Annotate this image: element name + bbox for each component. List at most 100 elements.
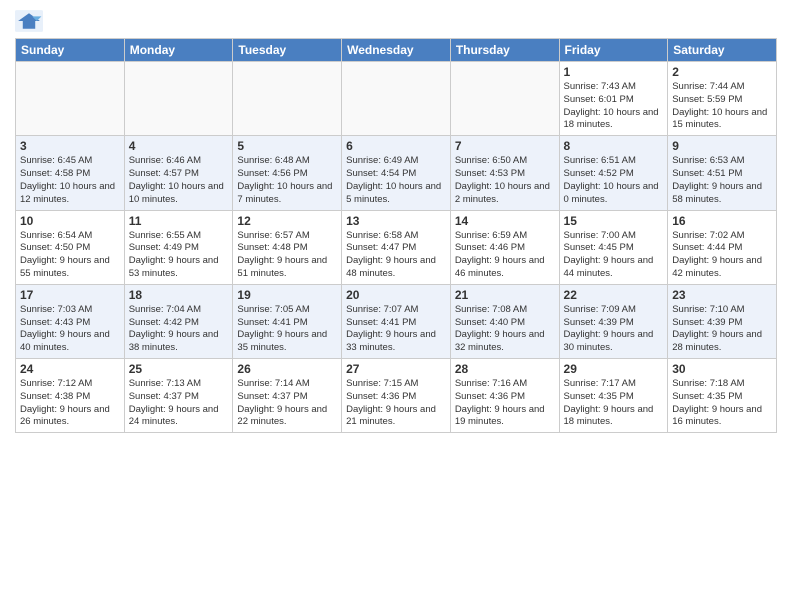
day-number: 29 bbox=[564, 362, 664, 376]
day-info: Sunrise: 7:08 AM Sunset: 4:40 PM Dayligh… bbox=[455, 304, 555, 355]
day-number: 8 bbox=[564, 139, 664, 153]
day-number: 6 bbox=[346, 139, 446, 153]
day-info: Sunrise: 6:46 AM Sunset: 4:57 PM Dayligh… bbox=[129, 155, 229, 206]
day-number: 5 bbox=[237, 139, 337, 153]
day-number: 19 bbox=[237, 288, 337, 302]
calendar-cell: 13 Sunrise: 6:58 AM Sunset: 4:47 PM Dayli… bbox=[342, 210, 451, 284]
day-number: 28 bbox=[455, 362, 555, 376]
calendar-cell: 25Sunrise: 7:13 AM Sunset: 4:37 PM Dayli… bbox=[124, 359, 233, 433]
calendar-cell: 19 Sunrise: 7:05 AM Sunset: 4:41 PM Dayli… bbox=[233, 284, 342, 358]
calendar: SundayMondayTuesdayWednesdayThursdayFrid… bbox=[15, 38, 777, 433]
col-header-sunday: Sunday bbox=[16, 39, 125, 62]
day-info: Sunrise: 7:03 AM Sunset: 4:43 PM Dayligh… bbox=[20, 304, 120, 355]
day-info: Sunrise: 6:54 AM Sunset: 4:50 PM Dayligh… bbox=[20, 230, 120, 281]
calendar-cell: 17Sunrise: 7:03 AM Sunset: 4:43 PM Dayli… bbox=[16, 284, 125, 358]
day-number: 16 bbox=[672, 214, 772, 228]
day-info: Sunrise: 6:49 AM Sunset: 4:54 PM Dayligh… bbox=[346, 155, 446, 206]
calendar-cell: 29 Sunrise: 7:17 AM Sunset: 4:35 PM Dayli… bbox=[559, 359, 668, 433]
calendar-cell: 26Sunrise: 7:14 AM Sunset: 4:37 PM Dayli… bbox=[233, 359, 342, 433]
day-info: Sunrise: 6:55 AM Sunset: 4:49 PM Dayligh… bbox=[129, 230, 229, 281]
calendar-cell: 4 Sunrise: 6:46 AM Sunset: 4:57 PM Daylig… bbox=[124, 136, 233, 210]
day-info: Sunrise: 7:43 AM Sunset: 6:01 PM Dayligh… bbox=[564, 81, 664, 132]
day-info: Sunrise: 6:57 AM Sunset: 4:48 PM Dayligh… bbox=[237, 230, 337, 281]
day-number: 2 bbox=[672, 65, 772, 79]
calendar-week-0: 1 Sunrise: 7:43 AM Sunset: 6:01 PM Daylig… bbox=[16, 62, 777, 136]
calendar-cell: 5Sunrise: 6:48 AM Sunset: 4:56 PM Daylig… bbox=[233, 136, 342, 210]
day-number: 25 bbox=[129, 362, 229, 376]
calendar-cell: 3 Sunrise: 6:45 AM Sunset: 4:58 PM Daylig… bbox=[16, 136, 125, 210]
day-info: Sunrise: 6:58 AM Sunset: 4:47 PM Dayligh… bbox=[346, 230, 446, 281]
calendar-cell: 20 Sunrise: 7:07 AM Sunset: 4:41 PM Dayli… bbox=[342, 284, 451, 358]
day-info: Sunrise: 7:09 AM Sunset: 4:39 PM Dayligh… bbox=[564, 304, 664, 355]
day-info: Sunrise: 7:15 AM Sunset: 4:36 PM Dayligh… bbox=[346, 378, 446, 429]
calendar-cell bbox=[233, 62, 342, 136]
col-header-thursday: Thursday bbox=[450, 39, 559, 62]
calendar-cell bbox=[342, 62, 451, 136]
calendar-week-1: 3 Sunrise: 6:45 AM Sunset: 4:58 PM Daylig… bbox=[16, 136, 777, 210]
day-number: 13 bbox=[346, 214, 446, 228]
calendar-cell: 24 Sunrise: 7:12 AM Sunset: 4:38 PM Dayli… bbox=[16, 359, 125, 433]
calendar-cell: 23 Sunrise: 7:10 AM Sunset: 4:39 PM Dayli… bbox=[668, 284, 777, 358]
day-info: Sunrise: 7:14 AM Sunset: 4:37 PM Dayligh… bbox=[237, 378, 337, 429]
day-info: Sunrise: 7:02 AM Sunset: 4:44 PM Dayligh… bbox=[672, 230, 772, 281]
day-number: 23 bbox=[672, 288, 772, 302]
calendar-cell: 6 Sunrise: 6:49 AM Sunset: 4:54 PM Daylig… bbox=[342, 136, 451, 210]
day-number: 30 bbox=[672, 362, 772, 376]
col-header-tuesday: Tuesday bbox=[233, 39, 342, 62]
day-info: Sunrise: 7:04 AM Sunset: 4:42 PM Dayligh… bbox=[129, 304, 229, 355]
calendar-cell: 18 Sunrise: 7:04 AM Sunset: 4:42 PM Dayli… bbox=[124, 284, 233, 358]
calendar-cell: 10 Sunrise: 6:54 AM Sunset: 4:50 PM Dayli… bbox=[16, 210, 125, 284]
calendar-cell: 27 Sunrise: 7:15 AM Sunset: 4:36 PM Dayli… bbox=[342, 359, 451, 433]
calendar-cell: 15 Sunrise: 7:00 AM Sunset: 4:45 PM Dayli… bbox=[559, 210, 668, 284]
logo-icon bbox=[15, 10, 43, 32]
day-number: 22 bbox=[564, 288, 664, 302]
day-info: Sunrise: 6:50 AM Sunset: 4:53 PM Dayligh… bbox=[455, 155, 555, 206]
calendar-week-2: 10 Sunrise: 6:54 AM Sunset: 4:50 PM Dayli… bbox=[16, 210, 777, 284]
day-info: Sunrise: 6:51 AM Sunset: 4:52 PM Dayligh… bbox=[564, 155, 664, 206]
calendar-cell: 2 Sunrise: 7:44 AM Sunset: 5:59 PM Daylig… bbox=[668, 62, 777, 136]
calendar-cell: 11 Sunrise: 6:55 AM Sunset: 4:49 PM Dayli… bbox=[124, 210, 233, 284]
calendar-cell bbox=[16, 62, 125, 136]
calendar-cell: 7Sunrise: 6:50 AM Sunset: 4:53 PM Daylig… bbox=[450, 136, 559, 210]
calendar-cell: 8 Sunrise: 6:51 AM Sunset: 4:52 PM Daylig… bbox=[559, 136, 668, 210]
day-info: Sunrise: 7:05 AM Sunset: 4:41 PM Dayligh… bbox=[237, 304, 337, 355]
day-info: Sunrise: 7:12 AM Sunset: 4:38 PM Dayligh… bbox=[20, 378, 120, 429]
day-number: 10 bbox=[20, 214, 120, 228]
calendar-cell: 1 Sunrise: 7:43 AM Sunset: 6:01 PM Daylig… bbox=[559, 62, 668, 136]
day-number: 15 bbox=[564, 214, 664, 228]
calendar-cell: 21 Sunrise: 7:08 AM Sunset: 4:40 PM Dayli… bbox=[450, 284, 559, 358]
col-header-wednesday: Wednesday bbox=[342, 39, 451, 62]
header bbox=[15, 10, 777, 32]
page: SundayMondayTuesdayWednesdayThursdayFrid… bbox=[0, 0, 792, 612]
col-header-monday: Monday bbox=[124, 39, 233, 62]
day-number: 24 bbox=[20, 362, 120, 376]
day-number: 1 bbox=[564, 65, 664, 79]
calendar-header-row: SundayMondayTuesdayWednesdayThursdayFrid… bbox=[16, 39, 777, 62]
day-number: 4 bbox=[129, 139, 229, 153]
day-info: Sunrise: 7:16 AM Sunset: 4:36 PM Dayligh… bbox=[455, 378, 555, 429]
day-number: 11 bbox=[129, 214, 229, 228]
day-number: 14 bbox=[455, 214, 555, 228]
day-number: 9 bbox=[672, 139, 772, 153]
day-info: Sunrise: 7:10 AM Sunset: 4:39 PM Dayligh… bbox=[672, 304, 772, 355]
day-info: Sunrise: 7:44 AM Sunset: 5:59 PM Dayligh… bbox=[672, 81, 772, 132]
day-number: 18 bbox=[129, 288, 229, 302]
calendar-cell: 22 Sunrise: 7:09 AM Sunset: 4:39 PM Dayli… bbox=[559, 284, 668, 358]
calendar-week-4: 24 Sunrise: 7:12 AM Sunset: 4:38 PM Dayli… bbox=[16, 359, 777, 433]
day-number: 21 bbox=[455, 288, 555, 302]
calendar-cell: 28 Sunrise: 7:16 AM Sunset: 4:36 PM Dayli… bbox=[450, 359, 559, 433]
col-header-saturday: Saturday bbox=[668, 39, 777, 62]
day-number: 3 bbox=[20, 139, 120, 153]
day-info: Sunrise: 7:00 AM Sunset: 4:45 PM Dayligh… bbox=[564, 230, 664, 281]
calendar-cell bbox=[450, 62, 559, 136]
day-number: 20 bbox=[346, 288, 446, 302]
day-number: 27 bbox=[346, 362, 446, 376]
day-number: 12 bbox=[237, 214, 337, 228]
day-info: Sunrise: 7:18 AM Sunset: 4:35 PM Dayligh… bbox=[672, 378, 772, 429]
calendar-cell bbox=[124, 62, 233, 136]
day-info: Sunrise: 6:53 AM Sunset: 4:51 PM Dayligh… bbox=[672, 155, 772, 206]
day-info: Sunrise: 7:07 AM Sunset: 4:41 PM Dayligh… bbox=[346, 304, 446, 355]
day-info: Sunrise: 6:45 AM Sunset: 4:58 PM Dayligh… bbox=[20, 155, 120, 206]
calendar-cell: 16 Sunrise: 7:02 AM Sunset: 4:44 PM Dayli… bbox=[668, 210, 777, 284]
day-info: Sunrise: 7:17 AM Sunset: 4:35 PM Dayligh… bbox=[564, 378, 664, 429]
